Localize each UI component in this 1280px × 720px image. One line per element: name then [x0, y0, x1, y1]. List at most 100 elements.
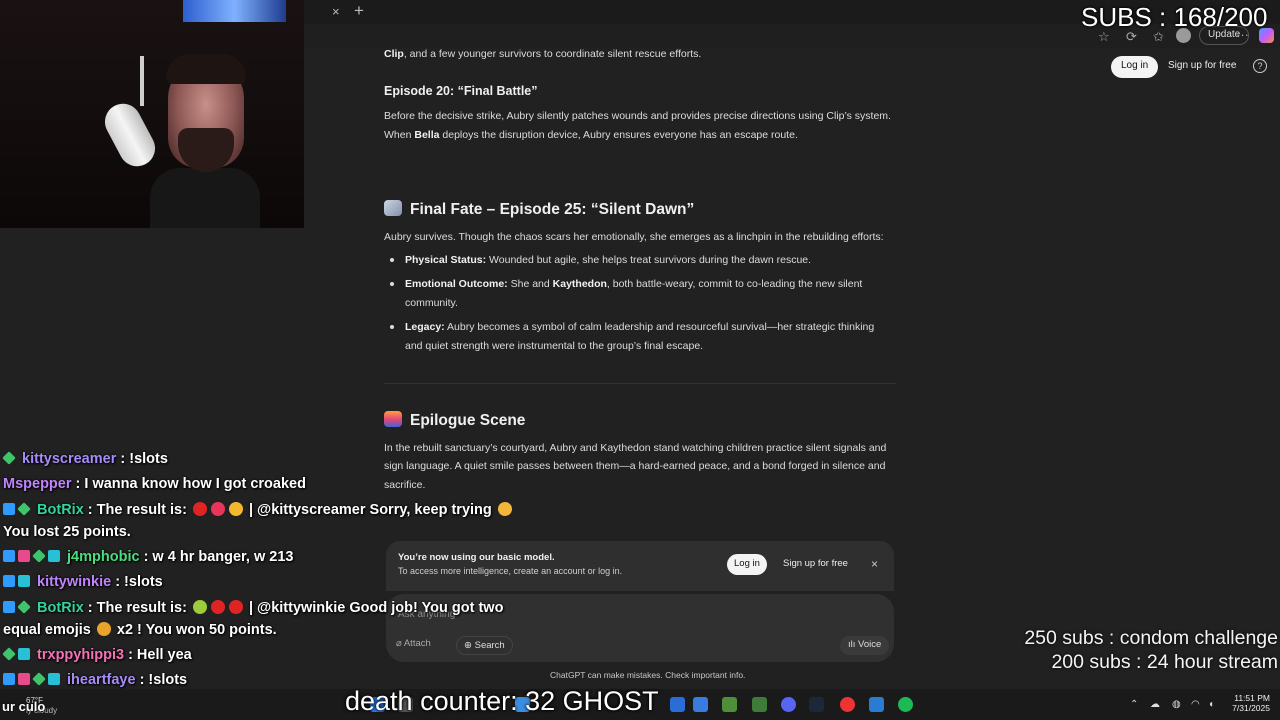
badge-icon — [18, 673, 30, 685]
discord-icon[interactable] — [781, 697, 796, 712]
badge-icon — [2, 647, 16, 661]
pineapple-emoji-icon — [228, 502, 243, 516]
list-item-emotional: Emotional Outcome: She and Kaythedon, bo… — [405, 275, 893, 294]
badge-icon — [18, 575, 30, 587]
tab-close-icon[interactable]: × — [332, 4, 340, 19]
minecraft-icon[interactable] — [722, 697, 737, 712]
chat-text: x2 ! You won 50 points. — [112, 622, 277, 638]
bullet-marker — [390, 258, 394, 262]
chat-text: : !slots — [111, 574, 163, 590]
badge-icon — [18, 550, 30, 562]
chat-text: : w 4 hr banger, w 213 — [139, 549, 294, 565]
voice-button[interactable]: ılı Voice — [840, 636, 890, 655]
chat-text: : Hell yea — [124, 647, 192, 663]
episode20-line1: Before the decisive strike, Aubry silent… — [384, 110, 891, 122]
new-tab-icon[interactable]: + — [354, 1, 364, 21]
obs-icon[interactable] — [840, 697, 855, 712]
chat-text: : The result is: — [83, 502, 191, 518]
list-item-physical: Physical Status: Wounded but agile, she … — [405, 251, 893, 270]
attach-button[interactable]: ⌀ Attach — [396, 638, 431, 654]
chat-message: kittyscreamer : !slots — [2, 451, 168, 467]
microphone — [98, 97, 162, 173]
system-clock[interactable]: 11:51 PM 7/31/2025 — [1228, 693, 1270, 713]
chat-text: equal emojis — [3, 622, 95, 638]
money-face-emoji-icon — [96, 622, 111, 636]
ep20-pre: When — [384, 129, 415, 141]
chat-text: : !slots — [116, 451, 168, 467]
badge-icon — [17, 502, 31, 516]
volume-icon[interactable]: ◖ — [1208, 699, 1214, 710]
chat-text: : !slots — [135, 672, 188, 688]
attach-label: Attach — [403, 638, 431, 649]
list-label: Emotional Outcome: — [405, 278, 508, 290]
chat-text: : I wanna know how I got croaked — [71, 476, 306, 492]
streamer-hair — [166, 54, 246, 84]
pear-emoji-icon — [192, 600, 207, 614]
chevron-up-icon[interactable]: ⌃ — [1130, 699, 1138, 710]
webcam-feed — [0, 0, 304, 228]
mic-icon[interactable]: ◍ — [1172, 699, 1181, 710]
badge-icon — [48, 673, 60, 685]
search-button[interactable]: ⊕ Search — [456, 636, 513, 655]
list-item-legacy-cont: and quiet strength were instrumental to … — [405, 340, 704, 352]
intro-paragraph: Clip, and a few younger survivors to coo… — [384, 45, 896, 64]
badge-icon — [18, 648, 30, 660]
chat-message-cont: You lost 25 points. — [3, 524, 131, 540]
intro-text: , and a few younger survivors to coordin… — [403, 48, 702, 60]
badge-icon — [32, 549, 46, 563]
chat-username: Mspepper — [3, 476, 72, 492]
spotify-icon[interactable] — [898, 697, 913, 712]
dove-icon — [384, 200, 402, 216]
list-text: Aubry becomes a symbol of calm leadershi… — [444, 321, 875, 333]
chat-username: iheartfaye — [67, 672, 136, 688]
header-login-button[interactable]: Log in — [1111, 56, 1159, 78]
clock-date: 7/31/2025 — [1232, 703, 1270, 713]
chat-text: | @kittyscreamer Sorry, keep trying — [244, 502, 492, 518]
store-icon[interactable] — [693, 697, 708, 712]
photos-icon[interactable] — [869, 697, 884, 712]
notice-subtitle: To access more intelligence, create an a… — [398, 566, 623, 576]
bullet-marker — [390, 325, 394, 329]
sub-goal-2: 200 subs : 24 hour stream — [1051, 651, 1278, 673]
clock-time: 11:51 PM — [1234, 693, 1270, 703]
notice-login-button[interactable]: Log in — [727, 554, 767, 575]
ep20-post: deploys the disruption device, Aubry ens… — [439, 129, 798, 141]
globe-icon: ⊕ — [464, 640, 475, 651]
list-label: Legacy: — [405, 321, 445, 333]
chat-message-cont: equal emojis x2 ! You won 50 points. — [3, 622, 277, 638]
help-icon[interactable]: ? — [1253, 59, 1267, 73]
epilogue-line2: sign language. A quiet smile passes betw… — [384, 460, 886, 472]
chat-text: : The result is: — [83, 600, 191, 616]
chat-message: kittywinkie : !slots — [3, 574, 163, 590]
cloud-icon[interactable]: ☁ — [1150, 699, 1160, 710]
notice-close-icon[interactable]: × — [871, 557, 878, 571]
badge-icon — [3, 673, 15, 685]
chat-text: | @kittywinkie Good job! You got two — [244, 600, 504, 616]
badge-icon — [3, 601, 15, 613]
overlay-text: ur culo — [2, 699, 46, 714]
game-icon[interactable] — [752, 697, 767, 712]
app-icon[interactable] — [670, 697, 685, 712]
sub-goal-1: 250 subs : condom challenge — [1024, 627, 1278, 649]
badge-icon — [3, 575, 15, 587]
chat-message: Mspepper : I wanna know how I got croake… — [3, 476, 306, 492]
list-item-legacy: Legacy: Aubry becomes a symbol of calm l… — [405, 318, 893, 337]
steam-icon[interactable] — [809, 697, 824, 712]
badge-icon — [48, 550, 60, 562]
chat-message: iheartfaye : !slots — [3, 672, 187, 688]
intro-bold: Clip — [384, 48, 404, 60]
notice-title: You’re now using our basic model. — [398, 552, 555, 563]
notice-signup-button[interactable]: Sign up for free — [776, 554, 855, 575]
bullet-marker — [390, 282, 394, 286]
waveform-icon: ılı — [848, 639, 859, 650]
header-signup-button[interactable]: Sign up for free — [1161, 56, 1243, 78]
death-counter: death counter: 32 GHOST — [345, 686, 659, 716]
wifi-icon[interactable]: ◠ — [1191, 699, 1200, 710]
apple-emoji-icon — [210, 600, 225, 614]
streamer-body — [150, 168, 260, 228]
paperclip-icon: ⌀ — [396, 638, 404, 649]
chat-message: trxppyhippi3 : Hell yea — [2, 647, 192, 663]
chat-message: j4mphobic : w 4 hr banger, w 213 — [3, 549, 293, 565]
apple-emoji-icon — [228, 600, 243, 614]
epilogue-title: Epilogue Scene — [410, 412, 526, 429]
